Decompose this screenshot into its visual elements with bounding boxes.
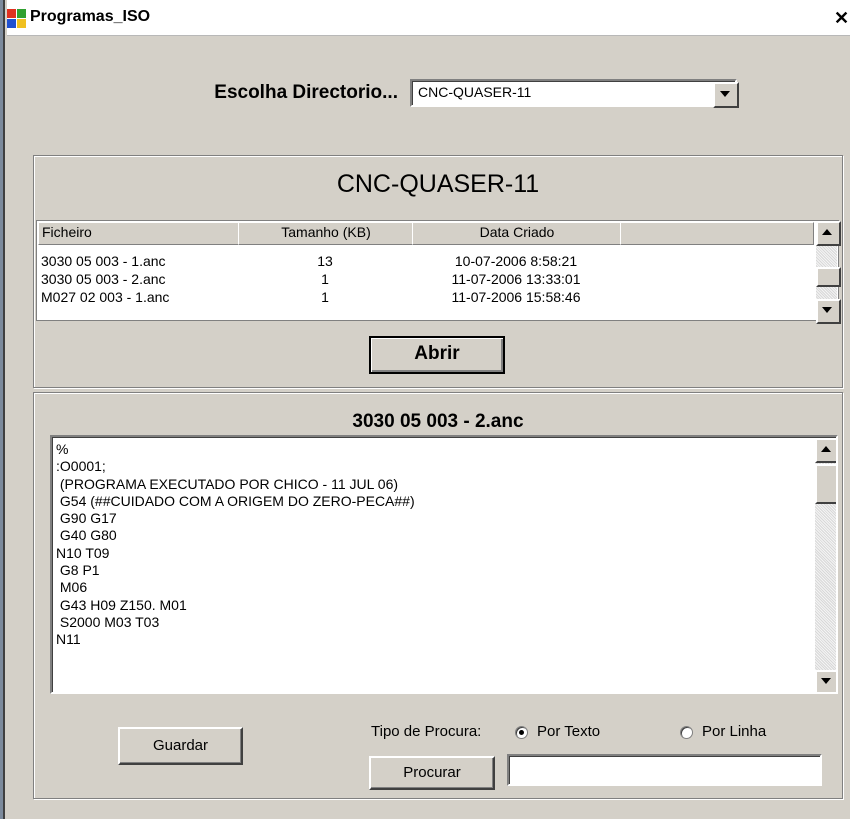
file-list-header: Ficheiro Tamanho (KB) Data Criado <box>38 222 814 245</box>
code-line: (PROGRAMA EXECUTADO POR CHICO - 11 JUL 0… <box>56 475 399 492</box>
code-line: S2000 M03 T03 <box>56 613 160 630</box>
directory-dropdown-value: CNC-QUASER-11 <box>418 84 532 100</box>
scrollbar-thumb[interactable] <box>815 464 836 504</box>
code-line: N11 <box>56 631 81 648</box>
scroll-up-arrow-icon[interactable] <box>815 438 836 463</box>
file-list-scrollbar[interactable] <box>816 221 841 324</box>
file-name-cell[interactable]: 3030 05 003 - 2.anc <box>41 271 166 287</box>
file-name-cell[interactable]: M027 02 003 - 1.anc <box>41 289 169 305</box>
column-header-date[interactable]: Data Criado <box>412 222 622 245</box>
chevron-down-icon[interactable] <box>713 82 739 108</box>
directory-dropdown[interactable]: CNC-QUASER-11 <box>410 79 739 108</box>
program-lines: % :O0001; (PROGRAMA EXECUTADO POR CHICO … <box>56 441 811 649</box>
file-date-cell[interactable]: 11-07-2006 15:58:46 <box>412 289 620 305</box>
app-window-icon[interactable] <box>7 9 26 28</box>
code-line: G40 G80 <box>56 527 117 544</box>
radio-selected-dot <box>519 730 524 735</box>
code-line: N10 T09 <box>56 544 110 561</box>
code-line: :O0001; <box>56 458 106 475</box>
file-size-cell[interactable]: 13 <box>238 253 412 269</box>
directory-heading: CNC-QUASER-11 <box>336 170 540 198</box>
close-icon[interactable]: ✕ <box>834 8 849 29</box>
open-button[interactable]: Abrir <box>369 336 505 374</box>
file-name-cell[interactable]: 3030 05 003 - 1.anc <box>41 253 166 269</box>
radio-by-line[interactable] <box>680 726 693 739</box>
code-line: G43 H09 Z150. M01 <box>56 596 187 613</box>
file-heading: 3030 05 003 - 2.anc <box>352 411 524 432</box>
file-size-cell[interactable]: 1 <box>238 289 412 305</box>
file-list[interactable]: Ficheiro Tamanho (KB) Data Criado 3030 0… <box>36 220 841 324</box>
column-header-size[interactable]: Tamanho (KB) <box>238 222 414 245</box>
program-text-area[interactable]: % :O0001; (PROGRAMA EXECUTADO POR CHICO … <box>50 435 838 694</box>
file-date-cell[interactable]: 10-07-2006 8:58:21 <box>412 253 620 269</box>
radio-by-text-label[interactable]: Por Texto <box>537 723 600 740</box>
column-header-file[interactable]: Ficheiro <box>38 222 243 245</box>
radio-by-line-label[interactable]: Por Linha <box>702 723 766 740</box>
save-button[interactable]: Guardar <box>118 727 243 765</box>
text-area-scrollbar[interactable] <box>815 438 836 692</box>
code-line: G90 G17 <box>56 510 117 527</box>
code-line: G54 (##CUIDADO COM A ORIGEM DO ZERO-PECA… <box>56 492 415 509</box>
directory-label: Escolha Directorio... <box>214 82 398 103</box>
search-type-label: Tipo de Procura: <box>371 723 482 740</box>
code-line: G8 P1 <box>56 562 100 579</box>
scroll-down-arrow-icon[interactable] <box>816 299 841 324</box>
code-line: M06 <box>56 579 88 596</box>
file-size-cell[interactable]: 1 <box>238 271 412 287</box>
column-header-filler <box>620 222 814 245</box>
window-left-edge <box>0 0 5 819</box>
scroll-down-arrow-icon[interactable] <box>815 670 836 692</box>
search-input[interactable] <box>507 754 822 786</box>
search-button[interactable]: Procurar <box>369 756 495 790</box>
window-title: Programas_ISO <box>30 8 151 25</box>
file-date-cell[interactable]: 11-07-2006 13:33:01 <box>412 271 620 287</box>
scroll-up-arrow-icon[interactable] <box>816 221 841 246</box>
radio-by-text[interactable] <box>515 726 528 739</box>
scrollbar-thumb[interactable] <box>816 267 841 287</box>
code-line: % <box>56 441 69 457</box>
